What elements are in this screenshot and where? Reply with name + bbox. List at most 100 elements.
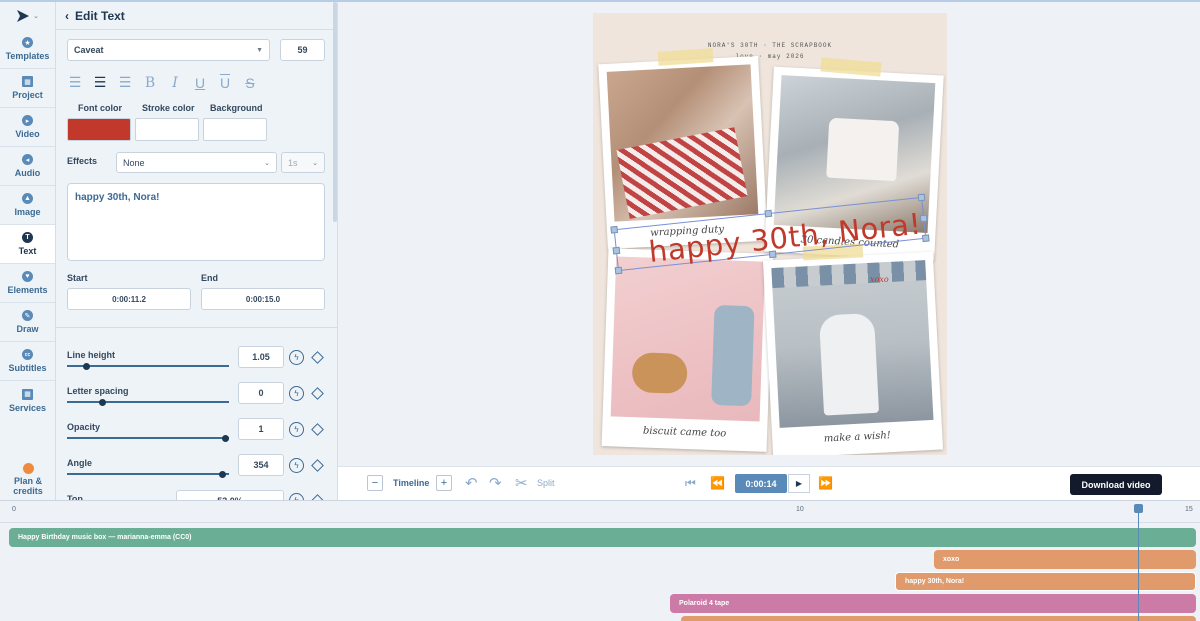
end-label: End <box>201 273 218 283</box>
opacity-slider-knob[interactable] <box>222 434 229 442</box>
photo-gift-wrapping <box>606 64 759 222</box>
timeline[interactable]: 0 10 15 Happy Birthday music box — maria… <box>0 500 1200 621</box>
video-preview[interactable]: NORA'S 30TH · THE SCRAPBOOK love · may 2… <box>593 13 947 455</box>
preview-header-text: NORA'S 30TH · THE SCRAPBOOK <box>707 42 833 49</box>
xoxo-sticker: xoxo <box>870 275 889 284</box>
audio-clip[interactable]: Happy Birthday music box — marianna-emma… <box>9 528 1196 547</box>
font-select-value: Caveat <box>74 45 104 55</box>
nav-label: Services <box>8 402 47 413</box>
scissors-icon[interactable]: ✂ <box>515 474 528 492</box>
letter-spacing-input[interactable]: 0 <box>238 382 284 404</box>
resize-handle[interactable] <box>921 234 930 243</box>
star-icon: ★ <box>22 37 33 48</box>
nav-audio[interactable]: ◂ Audio <box>0 147 55 186</box>
keyframe-diamond-icon[interactable] <box>311 423 324 436</box>
chevron-left-icon[interactable]: ‹ <box>65 9 69 23</box>
nav-text[interactable]: T Text <box>0 225 55 264</box>
text-clip-xoxo[interactable]: xoxo <box>934 550 1196 569</box>
angle-slider[interactable] <box>67 473 229 475</box>
text-clip-headline[interactable]: happy 30th, Nora! <box>895 572 1196 591</box>
resize-handle[interactable] <box>610 225 619 234</box>
line-height-slider-knob[interactable] <box>83 362 90 370</box>
bolt-icon[interactable]: ϟ <box>289 386 304 401</box>
redo-icon[interactable]: ↷ <box>489 474 502 492</box>
nav-draw[interactable]: ✎ Draw <box>0 303 55 342</box>
end-time-input[interactable]: 0:00:15.0 <box>201 288 325 310</box>
image-icon: ▲ <box>22 193 33 204</box>
nav-video[interactable]: ▸ Video <box>0 108 55 147</box>
background-label: Background <box>210 103 263 113</box>
resize-handle[interactable] <box>614 266 623 275</box>
angle-input[interactable]: 354 <box>238 454 284 476</box>
font-size-value: 59 <box>297 45 308 55</box>
resize-handle[interactable] <box>917 193 926 202</box>
play-icon[interactable]: ▶ <box>788 474 810 493</box>
panel-scrollbar[interactable] <box>333 2 337 222</box>
element-clip-polaroid-tape[interactable]: Polaroid 4 tape <box>670 594 1196 613</box>
nav-project[interactable]: ▦ Project <box>0 69 55 108</box>
zoom-out-button[interactable]: − <box>367 475 383 491</box>
start-time-input[interactable]: 0:00:11.2 <box>67 288 191 310</box>
text-content-input[interactable]: happy 30th, Nora! <box>67 183 325 261</box>
overline-icon[interactable]: U <box>216 75 234 91</box>
align-center-icon[interactable]: ☰ <box>91 74 109 91</box>
underline-icon[interactable]: U <box>191 75 209 91</box>
effects-duration-select[interactable]: 1s ⌄ <box>281 152 325 173</box>
nav-templates[interactable]: ★ Templates <box>0 30 55 69</box>
edit-text-panel: ‹ Edit Text Caveat ▼ 59 ☰ ☰ ☰ B I U U S … <box>56 2 338 512</box>
split-button[interactable]: Split <box>537 478 555 488</box>
letter-spacing-slider[interactable] <box>67 401 229 403</box>
resize-handle[interactable] <box>612 246 621 255</box>
opacity-slider[interactable] <box>67 437 229 439</box>
letter-spacing-slider-knob[interactable] <box>99 398 106 406</box>
current-time-display[interactable]: 0:00:14 <box>735 474 787 493</box>
zoom-in-button[interactable]: + <box>436 475 452 491</box>
align-right-icon[interactable]: ☰ <box>116 74 134 91</box>
partial-clip[interactable] <box>681 616 1196 621</box>
bolt-icon[interactable]: ϟ <box>289 458 304 473</box>
angle-slider-knob[interactable] <box>219 470 226 478</box>
left-nav: ⌄ ★ Templates ▦ Project ▸ Video ◂ Audio ▲ Ima… <box>0 2 56 500</box>
resize-handle[interactable] <box>764 209 773 218</box>
align-left-icon[interactable]: ☰ <box>66 74 84 91</box>
app-logo[interactable]: ⌄ <box>0 2 55 30</box>
chevron-down-icon[interactable]: ⌄ <box>33 12 39 20</box>
polaroid-photo-3[interactable]: biscuit came too <box>601 248 774 452</box>
polaroid-photo-4[interactable]: make a wish! <box>762 251 944 455</box>
fast-forward-icon[interactable]: ⏩ <box>818 476 833 490</box>
font-color-swatch[interactable] <box>67 118 131 141</box>
timeline-ruler[interactable]: 0 10 15 <box>0 501 1200 523</box>
nav-plan-credits[interactable]: Plan & credits <box>0 458 56 500</box>
strikethrough-icon[interactable]: S <box>241 75 259 91</box>
line-height-input[interactable]: 1.05 <box>238 346 284 368</box>
opacity-input[interactable]: 1 <box>238 418 284 440</box>
line-height-slider[interactable] <box>67 365 229 367</box>
rewind-icon[interactable]: ⏪ <box>710 476 725 490</box>
undo-icon[interactable]: ↶ <box>465 474 478 492</box>
line-height-label: Line height <box>67 350 115 360</box>
caret-down-icon: ⌄ <box>312 159 318 167</box>
stroke-color-swatch[interactable] <box>135 118 199 141</box>
italic-icon[interactable]: I <box>166 75 184 91</box>
keyframe-diamond-icon[interactable] <box>311 351 324 364</box>
pen-icon: ✎ <box>22 310 33 321</box>
keyframe-diamond-icon[interactable] <box>311 387 324 400</box>
nav-label: Draw <box>16 324 39 334</box>
keyframe-diamond-icon[interactable] <box>311 459 324 472</box>
skip-to-start-icon[interactable]: ⏮ <box>685 476 696 491</box>
nav-elements[interactable]: ♥ Elements <box>0 264 55 303</box>
bolt-icon[interactable]: ϟ <box>289 350 304 365</box>
nav-services[interactable]: ▦ Services <box>0 381 55 420</box>
timeline-playhead[interactable] <box>1134 504 1143 621</box>
font-size-input[interactable]: 59 <box>280 39 325 61</box>
download-video-button[interactable]: Download video <box>1070 474 1162 495</box>
bolt-icon[interactable]: ϟ <box>289 422 304 437</box>
nav-subtitles[interactable]: cc Subtitles <box>0 342 55 381</box>
font-select[interactable]: Caveat ▼ <box>67 39 270 61</box>
background-color-swatch[interactable] <box>203 118 267 141</box>
format-toolbar: ☰ ☰ ☰ B I U U S <box>66 74 259 91</box>
bold-icon[interactable]: B <box>141 75 159 91</box>
nav-image[interactable]: ▲ Image <box>0 186 55 225</box>
nav-label: Project <box>12 90 43 100</box>
effects-select[interactable]: None ⌄ <box>116 152 277 173</box>
